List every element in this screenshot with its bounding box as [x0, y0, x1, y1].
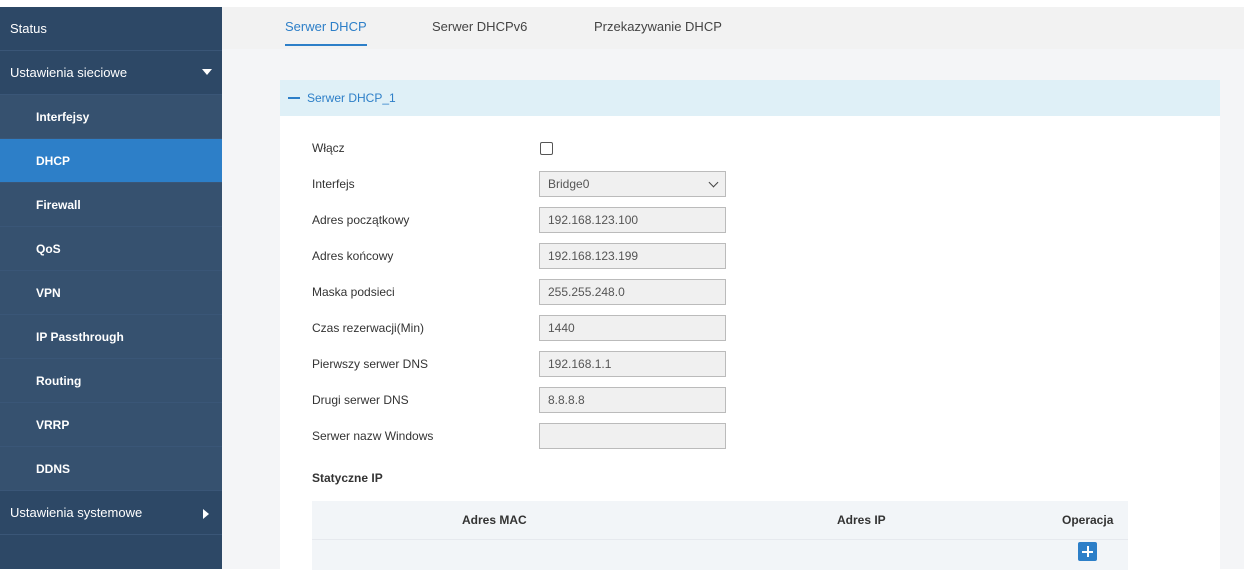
sidebar-item-dhcp[interactable]: DHCP [0, 139, 222, 183]
row-wins-server: Serwer nazw Windows [312, 423, 726, 449]
sidebar-item-label: Interfejsy [36, 109, 90, 124]
tab-dhcp-server[interactable]: Serwer DHCP [285, 19, 367, 46]
interface-select-value: Bridge0 [548, 177, 590, 191]
lease-time-input[interactable] [539, 315, 726, 341]
sidebar-item-qos[interactable]: QoS [0, 227, 222, 271]
sidebar-item-label: DDNS [36, 461, 71, 476]
start-address-label: Adres początkowy [312, 213, 410, 227]
panel-header[interactable]: Serwer DHCP_1 [280, 80, 1220, 116]
panel-title: Serwer DHCP_1 [307, 91, 396, 105]
main-content: Serwer DHCP Serwer DHCPv6 Przekazywanie … [222, 7, 1244, 570]
secondary-dns-label: Drugi serwer DNS [312, 393, 409, 407]
tab-dhcp-relay[interactable]: Przekazywanie DHCP [594, 19, 722, 44]
nav-system-settings-label: Ustawienia systemowe [10, 505, 143, 520]
sidebar-item-firewall[interactable]: Firewall [0, 183, 222, 227]
row-secondary-dns: Drugi serwer DNS [312, 387, 726, 413]
sidebar-item-label: VRRP [36, 417, 70, 432]
end-address-label: Adres końcowy [312, 249, 394, 263]
sidebar-item-ddns[interactable]: DDNS [0, 447, 222, 491]
tab-bar: Serwer DHCP Serwer DHCPv6 Przekazywanie … [222, 7, 1244, 49]
primary-dns-label: Pierwszy serwer DNS [312, 357, 429, 371]
nav-system-settings[interactable]: Ustawienia systemowe [0, 491, 222, 535]
wins-server-label: Serwer nazw Windows [312, 429, 434, 443]
secondary-dns-input[interactable] [539, 387, 726, 413]
row-lease-time: Czas rezerwacji(Min) [312, 315, 726, 341]
primary-dns-input[interactable] [539, 351, 726, 377]
row-end-address: Adres końcowy [312, 243, 726, 269]
nav-status-label: Status [10, 21, 47, 36]
column-ip-address: Adres IP [837, 513, 886, 527]
sidebar-item-interfejsy[interactable]: Interfejsy [0, 95, 222, 139]
sidebar-item-vrrp[interactable]: VRRP [0, 403, 222, 447]
sidebar-item-label: Firewall [36, 197, 81, 212]
interface-label: Interfejs [312, 177, 355, 191]
caret-down-icon [202, 69, 212, 75]
column-mac-address: Adres MAC [462, 513, 527, 527]
caret-right-icon [203, 509, 209, 519]
nav-network-settings-label: Ustawienia sieciowe [10, 65, 128, 80]
sidebar-item-label: Routing [36, 373, 82, 388]
row-primary-dns: Pierwszy serwer DNS [312, 351, 726, 377]
sidebar-item-label: QoS [36, 241, 61, 256]
panel-body: Włącz Interfejs Bridge0 Adres początkowy… [280, 116, 1220, 570]
wins-server-input[interactable] [539, 423, 726, 449]
enable-checkbox[interactable] [540, 141, 553, 155]
static-ip-table: Adres MAC Adres IP Operacja [312, 501, 1128, 570]
subnet-mask-input[interactable] [539, 279, 726, 305]
end-address-input[interactable] [539, 243, 726, 269]
collapse-minus-icon[interactable] [288, 97, 300, 99]
row-interface: Interfejs Bridge0 [312, 171, 726, 197]
start-address-input[interactable] [539, 207, 726, 233]
nav-network-settings[interactable]: Ustawienia sieciowe [0, 51, 222, 95]
column-operation: Operacja [1062, 513, 1114, 527]
subnet-mask-label: Maska podsieci [312, 285, 395, 299]
static-ip-title: Statyczne IP [312, 471, 383, 485]
nav-status[interactable]: Status [0, 7, 222, 51]
table-header: Adres MAC Adres IP Operacja [312, 501, 1128, 539]
sidebar-item-label: DHCP [36, 153, 71, 168]
row-subnet-mask: Maska podsieci [312, 279, 726, 305]
enable-label: Włącz [312, 141, 345, 155]
interface-select[interactable]: Bridge0 [539, 171, 726, 197]
lease-time-label: Czas rezerwacji(Min) [312, 321, 425, 335]
sidebar-item-vpn[interactable]: VPN [0, 271, 222, 315]
row-start-address: Adres początkowy [312, 207, 726, 233]
row-enable: Włącz [312, 135, 553, 161]
sidebar-item-routing[interactable]: Routing [0, 359, 222, 403]
sidebar: Status Ustawienia sieciowe Interfejsy DH… [0, 7, 222, 569]
tab-dhcpv6-server[interactable]: Serwer DHCPv6 [432, 19, 527, 44]
sidebar-item-label: IP Passthrough [36, 329, 124, 344]
sidebar-item-ip-passthrough[interactable]: IP Passthrough [0, 315, 222, 359]
sidebar-item-label: VPN [36, 285, 61, 300]
chevron-down-icon [708, 177, 719, 187]
table-row [312, 539, 1128, 570]
add-plus-icon[interactable] [1078, 542, 1097, 561]
